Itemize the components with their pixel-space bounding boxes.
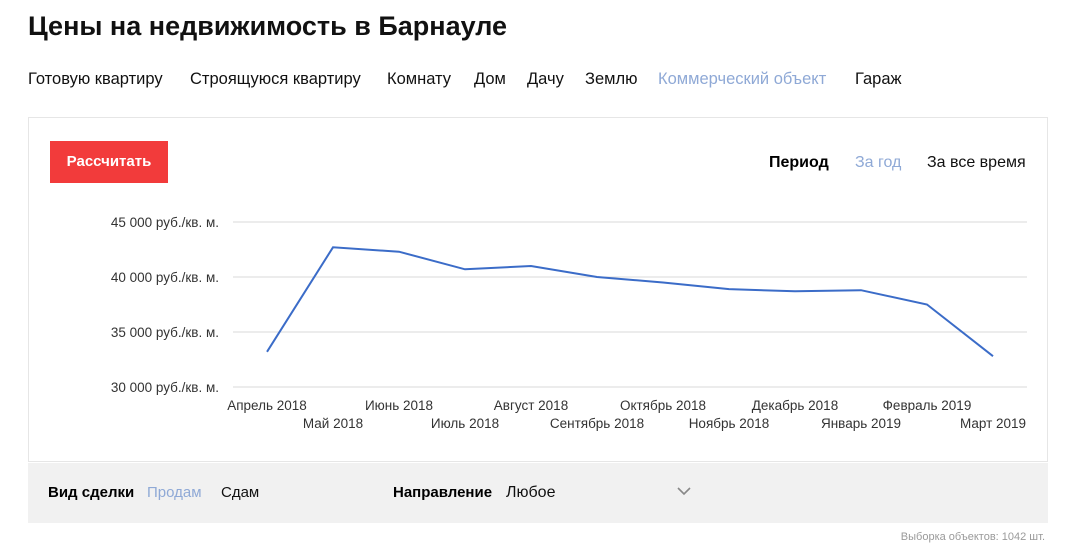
nav-item-garage[interactable]: Гараж (855, 68, 902, 90)
x-tick-label: Октябрь 2018 (620, 398, 706, 413)
x-tick-label: Декабрь 2018 (752, 398, 838, 413)
direction-label: Направление (393, 484, 493, 501)
deal-option-sell[interactable]: Продам (147, 484, 202, 502)
chart-grid (233, 221, 1027, 388)
direction-select[interactable]: Любое (506, 481, 692, 505)
x-tick-label: Январь 2019 (821, 416, 901, 431)
nav-item-ready-apartment[interactable]: Готовую квартиру (28, 68, 163, 90)
direction-select-value: Любое (506, 484, 556, 501)
nav-item-commercial[interactable]: Коммерческий объект (658, 68, 826, 90)
deal-type-label: Вид сделки (48, 484, 135, 501)
page-title: Цены на недвижимость в Барнауле (28, 11, 508, 41)
x-tick-label: Сентябрь 2018 (550, 416, 644, 431)
nav-item-new-building[interactable]: Строящуюся квартиру (190, 68, 361, 90)
chevron-down-icon (677, 487, 691, 496)
x-tick-label: Июль 2018 (431, 416, 499, 431)
y-tick-label: 45 000 руб./кв. м. (111, 215, 219, 230)
y-tick-label: 35 000 руб./кв. м. (111, 325, 219, 340)
nav-item-house[interactable]: Дом (474, 68, 506, 90)
y-axis-ticks: 30 000 руб./кв. м. 35 000 руб./кв. м. 40 0… (111, 215, 219, 395)
nav-item-room[interactable]: Комнату (387, 68, 451, 90)
sample-count: Выборка объектов: 1042 шт. (900, 531, 1045, 543)
price-line-chart: 30 000 руб./кв. м. 35 000 руб./кв. м. 40 0… (111, 215, 1027, 431)
filter-bar: Вид сделки Продам Сдам Направление Любое (28, 463, 1048, 523)
x-tick-label: Август 2018 (494, 398, 568, 413)
price-chart-card: Рассчитать Период За год За все время 30… (28, 117, 1048, 462)
x-tick-label: Февраль 2019 (883, 398, 972, 413)
x-tick-label: Апрель 2018 (227, 398, 307, 413)
y-tick-label: 40 000 руб./кв. м. (111, 270, 219, 285)
x-tick-label: Март 2019 (960, 416, 1026, 431)
x-axis-ticks: Апрель 2018 Май 2018Июнь 2018 Июль 2018 Авг… (227, 398, 1026, 431)
x-tick-label: Ноябрь 2018 (689, 416, 770, 431)
nav-item-land[interactable]: Землю (585, 68, 638, 90)
price-series-line (266, 246, 994, 357)
x-tick-label: Май 2018 (303, 416, 363, 431)
x-tick-label: Июнь 2018 (365, 398, 433, 413)
deal-option-rent[interactable]: Сдам (221, 484, 259, 502)
nav-item-dacha[interactable]: Дачу (527, 68, 564, 90)
y-tick-label: 30 000 руб./кв. м. (111, 380, 219, 395)
